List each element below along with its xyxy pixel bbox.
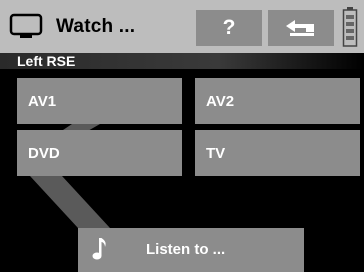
battery-icon <box>342 7 358 47</box>
source-label: AV2 <box>206 92 235 110</box>
watch-title: Watch ... <box>56 15 136 37</box>
back-button[interactable] <box>268 10 334 46</box>
return-arrow-icon <box>286 20 314 36</box>
section-label: Left RSE <box>17 53 76 69</box>
watch-menu[interactable]: Watch ... <box>8 0 135 53</box>
source-label: AV1 <box>28 92 57 110</box>
screen: Watch ... ? Left RSE AV1 AV2 DVD TV List… <box>0 0 364 272</box>
music-note-icon <box>92 238 106 260</box>
help-label: ? <box>222 16 236 39</box>
listen-label: Listen to ... <box>146 241 226 258</box>
connector-dvd-listen <box>30 176 110 228</box>
source-label: TV <box>206 144 226 162</box>
source-dvd-button[interactable]: DVD <box>17 130 182 176</box>
source-av2-button[interactable]: AV2 <box>195 78 360 124</box>
section-header: Left RSE <box>0 53 364 69</box>
header-bar: Watch ... ? <box>0 0 364 53</box>
tv-icon <box>9 13 43 38</box>
source-label: DVD <box>28 144 60 162</box>
help-button[interactable]: ? <box>196 10 262 46</box>
listen-button[interactable]: Listen to ... <box>78 228 304 272</box>
source-av1-button[interactable]: AV1 <box>17 78 182 124</box>
source-tv-button[interactable]: TV <box>195 130 360 176</box>
